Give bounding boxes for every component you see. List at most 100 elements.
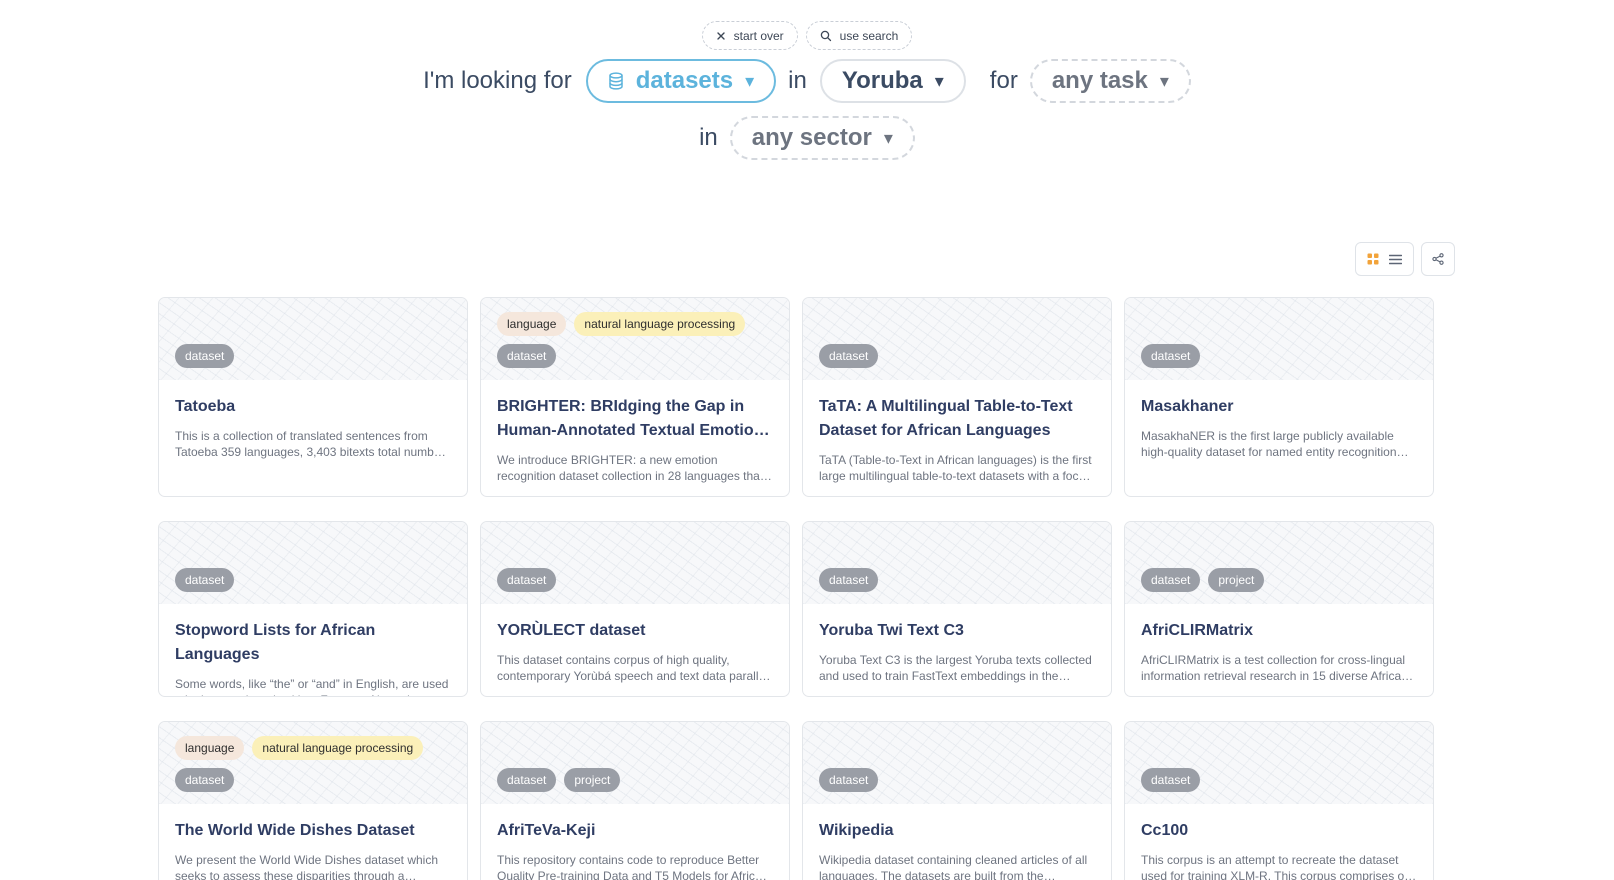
sector-value: any sector	[751, 124, 872, 151]
card-description: This corpus is an attempt to recreate th…	[1141, 853, 1408, 880]
card-body: Tatoeba This is a collection of translate…	[159, 380, 467, 460]
resource-card[interactable]: dataset TaTA: A Multilingual Table-to-Tex…	[802, 297, 1112, 497]
language-dropdown[interactable]: Yoruba ▾	[819, 59, 966, 103]
card-description: We present the World Wide Dishes dataset…	[175, 853, 439, 880]
start-over-label: start over	[733, 28, 784, 43]
start-over-button[interactable]: start over	[701, 21, 798, 50]
card-description: This is a collection of translated sente…	[175, 429, 445, 459]
grid-view-button[interactable]	[1364, 250, 1382, 268]
chevron-down-icon: ▾	[1159, 70, 1169, 91]
share-icon	[1432, 253, 1444, 265]
type-badge: dataset	[819, 568, 879, 592]
card-description: MasakhaNER is the first large publicly a…	[1141, 429, 1397, 459]
type-badge: dataset	[1141, 344, 1201, 368]
chevron-down-icon: ▾	[934, 70, 944, 91]
sector-dropdown[interactable]: any sector ▾	[729, 116, 915, 160]
card-title[interactable]: AfriTeVa-Keji	[497, 819, 773, 843]
type-badge: dataset	[819, 344, 879, 368]
type-tags: dataset	[1141, 768, 1201, 792]
share-button[interactable]	[1421, 242, 1455, 276]
type-tags: dataset	[497, 344, 557, 368]
card-description: This repository contains code to reprodu…	[497, 853, 769, 880]
resource-card[interactable]: dataset Masakhaner MasakhaNER is the first…	[1124, 297, 1434, 497]
card-title[interactable]: Yoruba Twi Text C3	[819, 619, 1095, 643]
card-title[interactable]: TaTA: A Multilingual Table-to-Text Datas…	[819, 395, 1095, 443]
view-controls	[1355, 242, 1455, 276]
card-header: dataset	[481, 522, 789, 604]
use-search-button[interactable]: use search	[805, 21, 913, 50]
resource-card[interactable]: dataset YORÙLECT dataset This dataset cont…	[480, 521, 790, 697]
type-tags: dataset	[819, 344, 879, 368]
resource-type-dropdown[interactable]: datasets ▾	[585, 59, 777, 103]
card-header: language natural language processing datas…	[481, 298, 789, 380]
resource-card[interactable]: dataset Wikipedia Wikipedia dataset contai…	[802, 721, 1112, 880]
list-view-button[interactable]	[1387, 250, 1405, 268]
card-description: Wikipedia dataset containing cleaned art…	[819, 853, 1088, 880]
topic-tag-nlp[interactable]: natural language processing	[574, 312, 746, 336]
card-body: BRIGHTER: BRIdging the Gap in Human-Anno…	[481, 380, 789, 484]
topic-tag-language[interactable]: language	[497, 312, 567, 336]
resource-card[interactable]: language natural language processing datas…	[158, 721, 468, 880]
card-header: dataset	[1125, 298, 1433, 380]
card-header: language natural language processing datas…	[159, 722, 467, 804]
card-body: Stopword Lists for African Languages Some…	[159, 604, 467, 696]
card-description: AfriCLIRMatrix is a test collection for …	[1141, 653, 1408, 683]
resource-card[interactable]: dataset project AfriTeVa-Keji This reposito…	[480, 721, 790, 880]
card-title[interactable]: Masakhaner	[1141, 395, 1417, 419]
card-header: dataset	[803, 522, 1111, 604]
task-dropdown[interactable]: any task ▾	[1029, 59, 1191, 103]
query-prefix: I'm looking for	[423, 67, 572, 94]
card-title[interactable]: AfriCLIRMatrix	[1141, 619, 1417, 643]
search-icon	[820, 30, 832, 42]
card-body: YORÙLECT dataset This dataset contains co…	[481, 604, 789, 684]
card-body: TaTA: A Multilingual Table-to-Text Datas…	[803, 380, 1111, 484]
database-icon	[608, 72, 624, 90]
query-in-word: in	[788, 67, 807, 94]
type-badge: project	[564, 768, 621, 792]
language-value: Yoruba	[841, 67, 923, 94]
card-header: dataset project	[1125, 522, 1433, 604]
resource-card[interactable]: dataset Yoruba Twi Text C3 Yoruba Text C3 …	[802, 521, 1112, 697]
type-badge: dataset	[497, 344, 557, 368]
resource-card[interactable]: dataset Tatoeba This is a collection of tr…	[158, 297, 468, 497]
resource-card[interactable]: dataset project AfriCLIRMatrix AfriCLIRMatr…	[1124, 521, 1434, 697]
view-toggle-group	[1355, 242, 1414, 276]
query-sentence-row-1: I'm looking for datasets ▾ in Yoruba ▾ f…	[0, 59, 1614, 103]
topic-tags: language natural language processing	[175, 736, 424, 760]
type-badge: dataset	[1141, 568, 1201, 592]
resource-card[interactable]: dataset Cc100 This corpus is an attempt to…	[1124, 721, 1434, 880]
type-tags: dataset project	[497, 768, 621, 792]
card-description: Some words, like “the” or “and” in Engli…	[175, 677, 449, 696]
type-badge: dataset	[175, 568, 235, 592]
type-tags: dataset	[819, 568, 879, 592]
card-body: AfriTeVa-Keji This repository contains co…	[481, 804, 789, 880]
card-title[interactable]: YORÙLECT dataset	[497, 619, 773, 643]
card-title[interactable]: Stopword Lists for African Languages	[175, 619, 451, 667]
card-header: dataset	[1125, 722, 1433, 804]
topic-tag-language[interactable]: language	[175, 736, 245, 760]
card-title[interactable]: Wikipedia	[819, 819, 1095, 843]
card-body: Wikipedia Wikipedia dataset containing cl…	[803, 804, 1111, 880]
card-title[interactable]: BRIGHTER: BRIdging the Gap in Human-Anno…	[497, 395, 773, 443]
chevron-down-icon: ▾	[883, 127, 893, 148]
type-badge: dataset	[819, 768, 879, 792]
card-description: Yoruba Text C3 is the largest Yoruba tex…	[819, 653, 1092, 683]
task-value: any task	[1051, 67, 1148, 94]
query-actions: start over use search	[0, 21, 1614, 50]
card-title[interactable]: The World Wide Dishes Dataset	[175, 819, 451, 843]
query-for-word: for	[989, 67, 1018, 94]
resource-card[interactable]: language natural language processing datas…	[480, 297, 790, 497]
resource-card[interactable]: dataset Stopword Lists for African Langua…	[158, 521, 468, 697]
card-header: dataset project	[481, 722, 789, 804]
type-tags: dataset	[175, 568, 235, 592]
topic-tag-nlp[interactable]: natural language processing	[252, 736, 424, 760]
type-badge: dataset	[175, 768, 235, 792]
card-header: dataset	[803, 298, 1111, 380]
type-badge: project	[1208, 568, 1265, 592]
list-icon	[1389, 254, 1403, 265]
card-title[interactable]: Cc100	[1141, 819, 1417, 843]
card-description: This dataset contains corpus of high qua…	[497, 653, 768, 683]
close-icon	[716, 31, 726, 41]
card-header: dataset	[159, 298, 467, 380]
card-title[interactable]: Tatoeba	[175, 395, 451, 419]
